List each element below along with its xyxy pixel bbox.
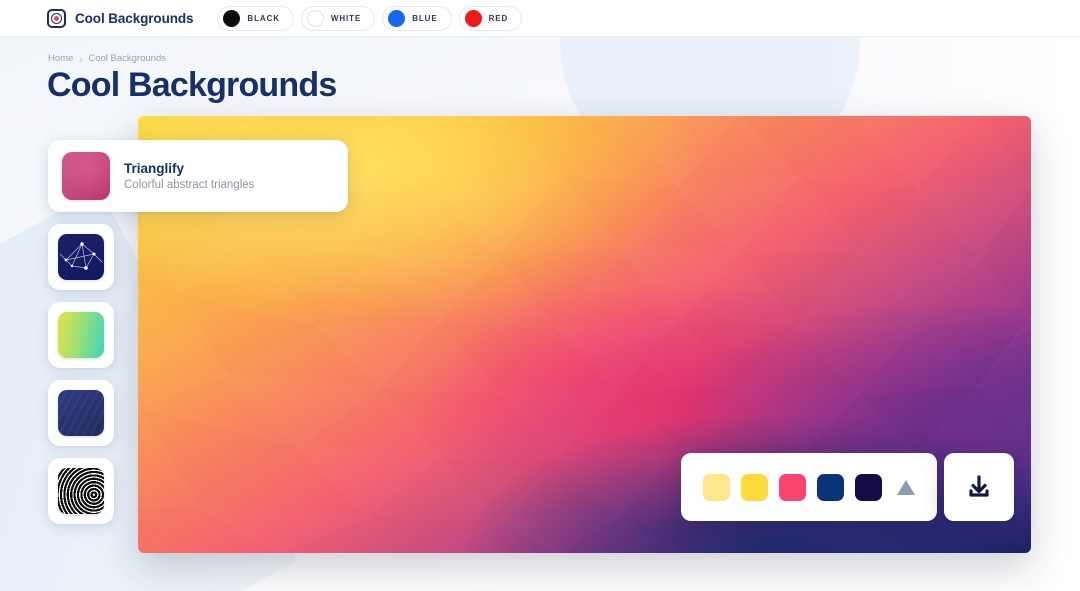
color-pill-black[interactable]: BLACK: [217, 5, 294, 31]
editor-toolbar: [681, 453, 1014, 521]
color-pill-label: RED: [488, 13, 509, 23]
white-circle-icon: [306, 9, 324, 27]
palette-swatch-4[interactable]: [817, 473, 844, 501]
download-icon: [969, 475, 989, 497]
palette-swatch-5[interactable]: [855, 473, 882, 501]
style-sidebar: Trianglify Colorful abstract triangles: [0, 140, 360, 524]
download-button[interactable]: [944, 453, 1014, 521]
red-circle-icon: [464, 9, 482, 27]
color-nav: BLACK WHITE BLUE RED: [217, 5, 523, 31]
app-root: Cool Backgrounds BLACK WHITE BLUE RED Ho…: [0, 0, 1080, 591]
sidebar-item-navy[interactable]: [48, 380, 114, 446]
sidebar-item-particles[interactable]: [48, 224, 114, 290]
breadcrumb: Home › Cool Backgrounds: [48, 53, 166, 64]
chevron-right-icon: ›: [79, 53, 83, 64]
palette-swatch-1[interactable]: [703, 473, 730, 501]
gradient-thumb-icon: [58, 312, 104, 358]
navy-thumb-icon: [58, 390, 104, 436]
target-logo-icon: [47, 8, 66, 28]
sidebar-item-trianglify[interactable]: Trianglify Colorful abstract triangles: [48, 140, 348, 212]
color-pill-white[interactable]: WHITE: [300, 5, 376, 31]
page-title: Cool Backgrounds: [47, 66, 337, 104]
color-pill-red[interactable]: RED: [458, 5, 523, 31]
top-header: Cool Backgrounds BLACK WHITE BLUE RED: [0, 0, 1080, 37]
sidebar-card-subtitle: Colorful abstract triangles: [124, 179, 255, 191]
breadcrumb-current: Cool Backgrounds: [88, 53, 166, 64]
swirl-thumb-icon: [58, 468, 104, 514]
color-pill-label: BLUE: [412, 13, 438, 23]
black-circle-icon: [223, 9, 241, 27]
color-pill-label: BLACK: [247, 13, 280, 23]
blue-circle-icon: [388, 9, 406, 27]
brand-name: Cool Backgrounds: [75, 10, 194, 26]
add-triangle-icon[interactable]: [897, 479, 915, 495]
particles-thumb-icon: [58, 234, 104, 280]
color-palette-bar: [681, 453, 937, 521]
color-pill-label: WHITE: [330, 13, 362, 23]
breadcrumb-home[interactable]: Home: [48, 53, 73, 64]
color-pill-blue[interactable]: BLUE: [382, 5, 452, 31]
sidebar-item-gradient[interactable]: [48, 302, 114, 368]
palette-swatch-3[interactable]: [779, 473, 806, 501]
sidebar-card-title: Trianglify: [124, 161, 185, 176]
trianglify-thumb-icon: [62, 152, 110, 200]
palette-swatch-2[interactable]: [741, 473, 768, 501]
sidebar-item-swirl[interactable]: [48, 458, 114, 524]
brand-link[interactable]: Cool Backgrounds: [47, 8, 194, 28]
